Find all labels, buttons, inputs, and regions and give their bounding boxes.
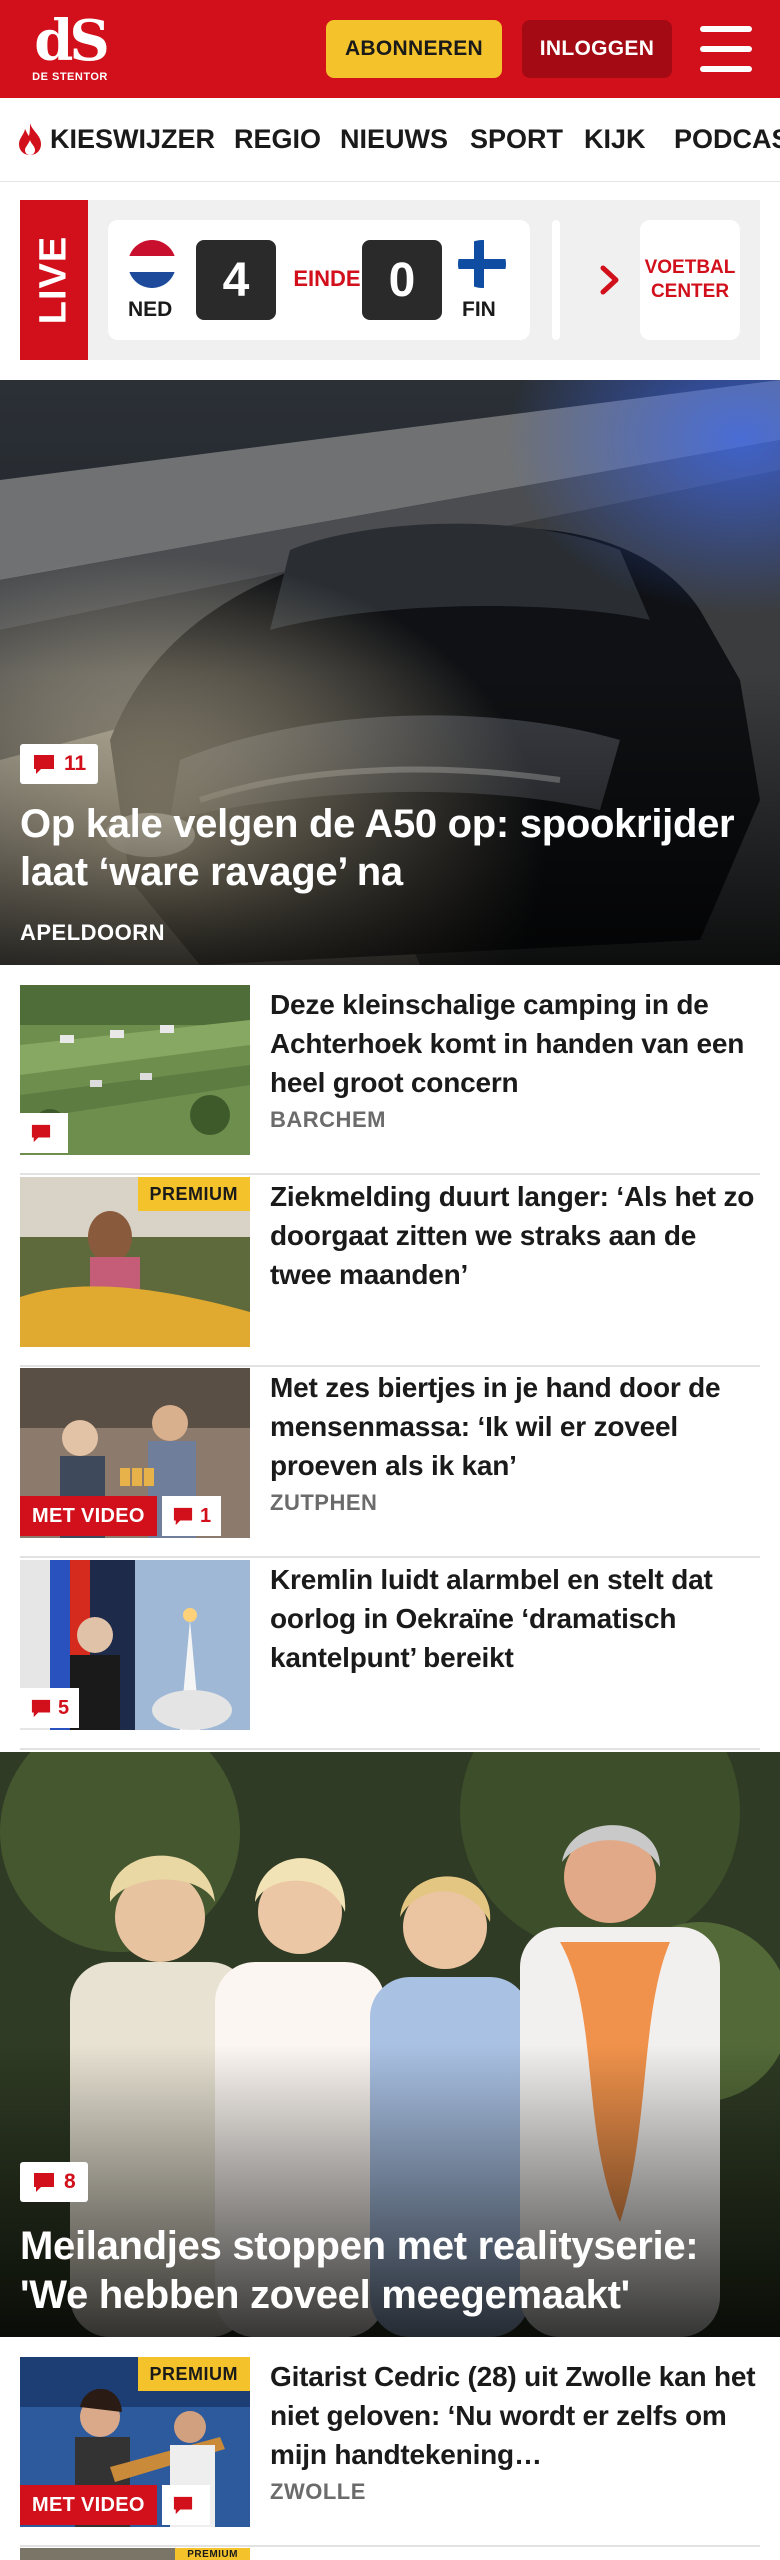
comment-count: 1 [200,1504,212,1527]
comment-count-badge[interactable]: 8 [20,2162,88,2202]
list-item[interactable]: Deze kleinschalige camping in de Achterh… [20,985,760,1175]
comment-count: 5 [58,1696,70,1719]
article-location: ZUTPHEN [270,1490,378,1515]
premium-badge: PREMIUM [175,2548,250,2560]
home-score: 4 [196,240,276,320]
comment-count-badge[interactable] [162,2485,210,2525]
nav-item-nieuws[interactable]: NIEUWS [340,122,448,156]
article-title[interactable]: Ziekmelding duurt langer: ‘Als het zo do… [270,1177,760,1294]
hero-title[interactable]: Op kale velgen de A50 op: spookrijder la… [20,800,760,896]
match-card[interactable]: NED 4 EINDE 0 FIN [108,220,530,340]
subscribe-button[interactable]: ABONNEREN [326,20,502,78]
feature-title[interactable]: Meilandjes stoppen met realityserie: 'We… [20,2222,760,2320]
comment-count-badge[interactable]: 11 [20,744,99,784]
comment-icon [31,1699,51,1718]
menu-bar [700,66,752,72]
list-item[interactable]: PREMIUM [20,2548,760,2560]
flag-finland-icon [458,240,506,288]
premium-badge: PREMIUM [137,1177,250,1211]
list-item[interactable]: PREMIUM MET VIDEO Gitarist Cedric (28) u… [20,2357,760,2547]
comment-icon [173,1507,193,1526]
nav-item-sport[interactable]: SPORT [470,122,563,156]
comment-count-badge[interactable] [20,1113,68,1153]
menu-icon[interactable] [700,26,752,72]
comment-icon [173,2496,193,2515]
site-logo[interactable]: dS DE STENTOR [20,12,120,88]
voetbal-center-button[interactable]: VOETBAL CENTER [640,220,740,340]
article-location: ZWOLLE [270,2479,366,2504]
comment-icon [34,755,54,774]
nav-item-podcasts[interactable]: PODCAS [674,122,780,156]
home-team-code: NED [128,298,173,321]
logo-mark: dS [34,8,110,74]
article-thumbnail: PREMIUM [20,2548,250,2560]
article-location: BARCHEM [270,1107,386,1132]
feature-article[interactable]: 8 Meilandjes stoppen met realityserie: '… [0,1752,780,2337]
article-title[interactable]: Deze kleinschalige camping in de Achterh… [270,985,760,1102]
list-item[interactable]: MET VIDEO 1 Met zes biertjes in je hand … [20,1368,760,1558]
comment-count: 11 [64,752,87,775]
video-badge: MET VIDEO [20,2485,157,2525]
comment-count-badge[interactable]: 1 [162,1496,222,1536]
article-title[interactable]: Kremlin luidt alarmbel en stelt dat oorl… [270,1560,760,1677]
flag-netherlands-icon [128,240,176,288]
comment-icon [34,2173,54,2192]
nav-item-kieswijzer[interactable]: KIESWIJZER [50,122,215,156]
list-item[interactable]: PREMIUM Ziekmelding duurt langer: ‘Als h… [20,1177,760,1367]
nav-item-regio[interactable]: REGIO [234,122,321,156]
live-label: LIVE [32,235,75,325]
main-nav: KIESWIJZER REGIO NIEUWS SPORT KIJK PODCA… [0,98,780,182]
hero-article[interactable]: 11 Op kale velgen de A50 op: spookrijder… [0,380,780,965]
article-title[interactable]: Gitarist Cedric (28) uit Zwolle kan het … [270,2357,760,2474]
article-title[interactable]: Met zes biertjes in je hand door de mens… [270,1368,760,1485]
hero-location: APELDOORN [20,920,166,945]
chevron-right-icon[interactable] [590,260,630,300]
flame-icon [19,123,41,155]
comment-count: 8 [64,2170,76,2193]
video-badge: MET VIDEO [20,1496,157,1536]
away-score: 0 [362,240,442,320]
logo-subtitle: DE STENTOR [32,71,108,83]
premium-badge: PREMIUM [137,2357,250,2391]
away-team-code: FIN [462,298,496,321]
menu-bar [700,46,752,52]
login-button[interactable]: INLOGGEN [522,20,672,78]
next-match-card[interactable] [552,220,560,340]
site-header: dS DE STENTOR ABONNEREN INLOGGEN [0,0,780,98]
nav-item-kijk[interactable]: KIJK [584,122,646,156]
article-thumbnail: PREMIUM [20,1177,250,1347]
list-item[interactable]: 5 Kremlin luidt alarmbel en stelt dat oo… [20,1560,760,1750]
comment-icon [31,1124,51,1143]
live-scoreboard: LIVE NED 4 EINDE 0 FIN VOETBAL CENTER [20,200,760,360]
live-tag: LIVE [20,200,88,360]
menu-bar [700,26,752,32]
match-status: EINDE [293,266,361,291]
comment-count-badge[interactable]: 5 [20,1688,80,1728]
